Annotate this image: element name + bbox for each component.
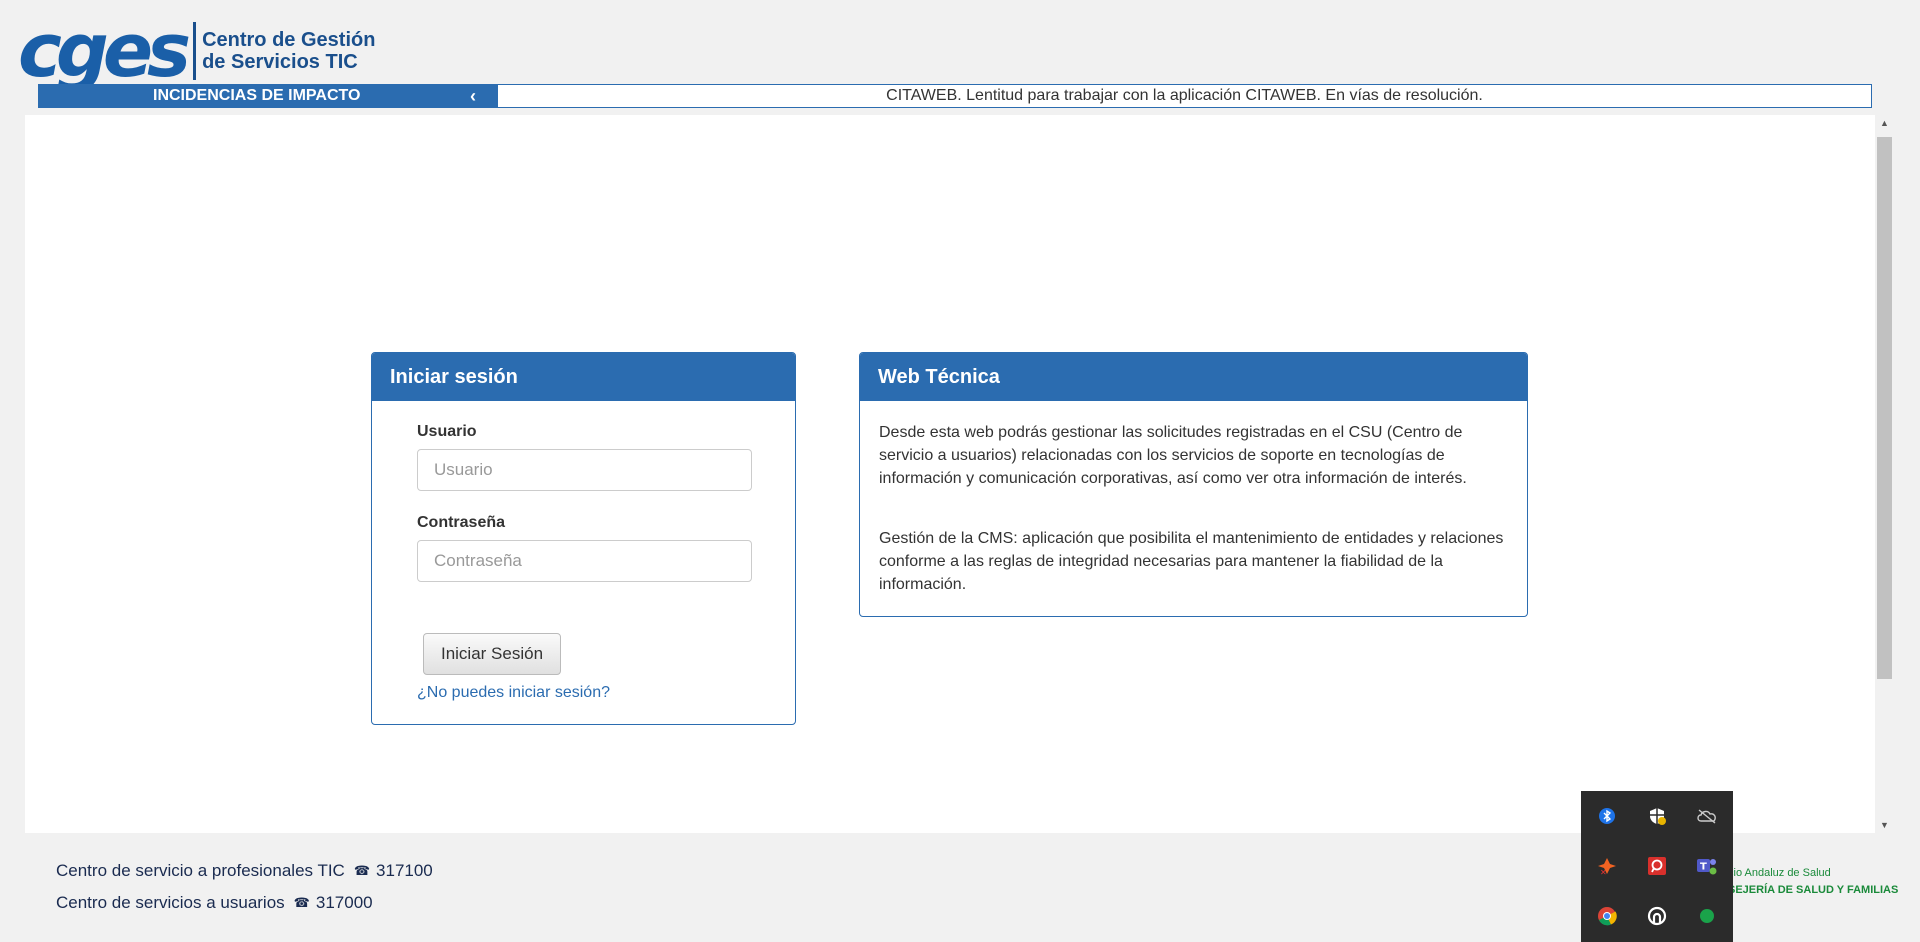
chevron-left-icon[interactable]: ‹ — [470, 86, 476, 107]
contact-line-professionals: Centro de servicio a profesionales TIC ☎… — [56, 855, 433, 887]
login-panel-title: Iniciar sesión — [372, 353, 795, 401]
web-panel-body: Desde esta web podrás gestionar las soli… — [860, 401, 1527, 596]
security-shield-icon[interactable] — [1640, 799, 1674, 833]
teams-icon[interactable]: T — [1690, 849, 1724, 883]
password-label: Contraseña — [417, 514, 506, 531]
logo-text: Centro de Gestión de Servicios TIC — [202, 29, 375, 73]
incidents-ticker: INCIDENCIAS DE IMPACTO ‹ CITAWEB. Lentit… — [38, 84, 1872, 108]
forgot-login-link[interactable]: ¿No puedes iniciar sesión? — [417, 684, 610, 702]
scroll-down-icon[interactable]: ▼ — [1875, 817, 1894, 833]
logo-line-1: Centro de Gestión — [202, 29, 376, 51]
web-description: Desde esta web podrás gestionar las soli… — [879, 424, 1467, 487]
login-panel: Iniciar sesión Usuario Contraseña Inicia… — [371, 352, 796, 725]
status-dot-icon[interactable] — [1690, 899, 1724, 933]
chrome-icon[interactable] — [1590, 899, 1624, 933]
ticker-title: INCIDENCIAS DE IMPACTO — [153, 87, 361, 104]
web-tecnica-panel: Web Técnica Desde esta web podrás gestio… — [859, 352, 1528, 617]
svg-text:T: T — [1700, 862, 1707, 873]
contact-professionals-phone: 317100 — [376, 861, 433, 880]
system-tray-overflow: ✕ T — [1581, 791, 1733, 942]
svg-text:✕: ✕ — [1600, 868, 1607, 876]
bluetooth-icon[interactable] — [1590, 799, 1624, 833]
web-panel-title: Web Técnica — [860, 353, 1527, 401]
logo-line-2: de Servicios TIC — [202, 51, 358, 73]
contact-users-text: Centro de servicios a usuarios — [56, 893, 285, 912]
cges-logo: cges Centro de Gestión de Servicios TIC — [18, 8, 375, 94]
password-input[interactable] — [417, 540, 752, 582]
junta-brand-logo: cio Andaluz de Salud SEJERÍA DE SALUD Y … — [1728, 865, 1898, 899]
phone-icon: ☎ — [353, 863, 371, 878]
sync-app-icon[interactable] — [1640, 899, 1674, 933]
brand-line-1: cio Andaluz de Salud — [1728, 867, 1831, 879]
remote-support-icon[interactable] — [1640, 849, 1674, 883]
logo-mark: cges — [18, 8, 191, 94]
fortinet-icon[interactable]: ✕ — [1590, 849, 1624, 883]
scrollbar-thumb[interactable] — [1877, 137, 1892, 679]
username-label: Usuario — [417, 423, 477, 440]
contact-professionals-text: Centro de servicio a profesionales TIC — [56, 861, 345, 880]
ticker-message: CITAWEB. Lentitud para trabajar con la a… — [886, 87, 1483, 104]
phone-icon: ☎ — [293, 895, 310, 910]
login-button[interactable]: Iniciar Sesión — [423, 633, 561, 675]
contact-users-phone: 317000 — [315, 893, 373, 912]
cms-description: Gestión de la CMS: aplicación que posibi… — [879, 530, 1504, 593]
contact-line-users: Centro de servicios a usuarios ☎ 317000 — [56, 887, 433, 919]
footer-contacts: Centro de servicio a profesionales TIC ☎… — [56, 855, 433, 919]
logo-divider — [193, 22, 197, 80]
cloud-offline-icon[interactable] — [1690, 799, 1724, 833]
scroll-up-icon[interactable]: ▲ — [1875, 115, 1894, 131]
brand-line-2: SEJERÍA DE SALUD Y FAMILIAS — [1728, 884, 1899, 896]
vertical-scrollbar[interactable]: ▲ ▼ — [1875, 115, 1894, 833]
ticker-header: INCIDENCIAS DE IMPACTO ‹ — [39, 85, 498, 107]
username-input[interactable] — [417, 449, 752, 491]
